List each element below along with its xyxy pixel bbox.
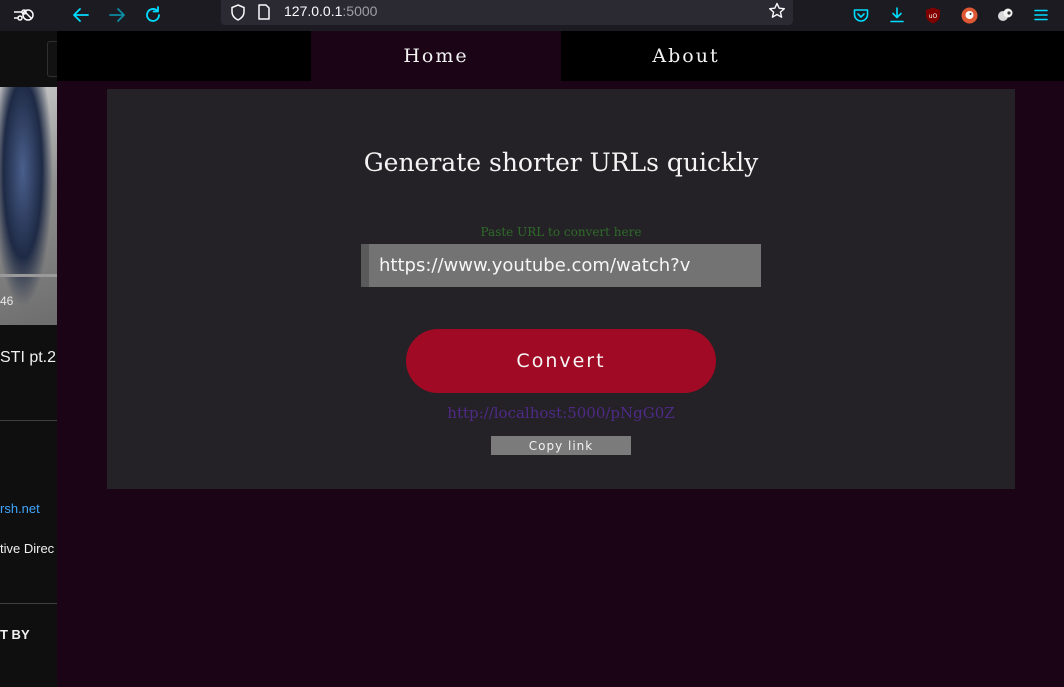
page-title: Generate shorter URLs quickly xyxy=(363,148,759,177)
video-duration: 46 xyxy=(0,294,14,308)
convert-button[interactable]: Convert xyxy=(406,329,716,393)
shortener-card: Generate shorter URLs quickly Paste URL … xyxy=(107,89,1015,489)
forward-icon[interactable] xyxy=(104,2,130,28)
video-progress xyxy=(0,274,57,277)
video-thumbnail[interactable] xyxy=(0,87,57,325)
short-url-link[interactable]: http://localhost:5000/pNgG0Z xyxy=(107,404,1015,422)
nav-home[interactable]: Home xyxy=(311,31,561,81)
bookmark-star-icon[interactable] xyxy=(764,0,790,23)
browser-toolbar: 127.0.0.1:5000 uO xyxy=(0,0,1064,31)
search-box-edge[interactable] xyxy=(47,41,57,77)
copy-link-button[interactable]: Copy link xyxy=(491,436,631,455)
video-title[interactable]: STI pt.2 xyxy=(0,349,56,367)
address-bar[interactable]: 127.0.0.1:5000 xyxy=(221,0,793,25)
url-shortener-page: Home About Generate shorter URLs quickly… xyxy=(57,31,1064,687)
page-icon[interactable] xyxy=(251,0,277,24)
address-text[interactable]: 127.0.0.1:5000 xyxy=(284,3,377,19)
description-link[interactable]: rsh.net xyxy=(0,501,40,516)
input-overflow-mask xyxy=(691,244,761,287)
input-hint: Paste URL to convert here xyxy=(480,225,642,239)
duckduckgo-icon[interactable] xyxy=(956,2,982,28)
extension-icon[interactable] xyxy=(992,2,1018,28)
divider xyxy=(0,603,57,604)
pocket-icon[interactable] xyxy=(848,2,874,28)
shield-icon[interactable] xyxy=(225,0,251,24)
reload-icon[interactable] xyxy=(140,2,166,28)
tracking-protection-icon[interactable] xyxy=(10,2,36,28)
description-text: tive Direc xyxy=(0,541,55,556)
section-heading: T BY xyxy=(0,627,30,642)
back-icon[interactable] xyxy=(68,2,94,28)
background-page-fragment: 46 STI pt.2 rsh.net tive Direc T BY xyxy=(0,31,57,687)
top-nav: Home About xyxy=(57,31,1064,81)
ublock-icon[interactable]: uO xyxy=(920,2,946,28)
divider xyxy=(0,420,57,421)
svg-text:uO: uO xyxy=(929,13,938,20)
nav-about[interactable]: About xyxy=(561,31,811,81)
downloads-icon[interactable] xyxy=(884,2,910,28)
menu-icon[interactable] xyxy=(1028,2,1054,28)
